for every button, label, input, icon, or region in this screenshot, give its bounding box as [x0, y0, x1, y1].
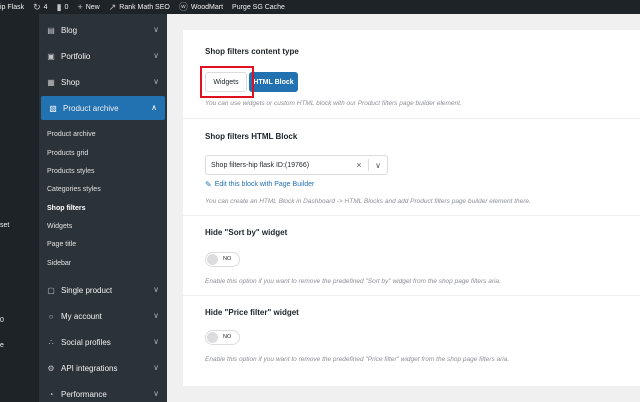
sidebar-item-label: My account [61, 311, 102, 321]
clear-icon[interactable]: × [354, 160, 364, 170]
sidebar-item-label: Single product [61, 285, 113, 295]
subitem-shop-filters[interactable]: Shop filters [47, 205, 86, 212]
user-icon: ○ [48, 311, 54, 321]
content-type-description: You can use widgets or custom HTML block… [205, 100, 462, 107]
theme-settings-sidebar: ▤ Blog ∨ ▣ Portfolio ∨ ▦ Shop ∨ ▧ Produc… [39, 14, 167, 402]
chevron-down-icon: ∨ [153, 363, 159, 372]
updates-link[interactable]: ↻ 4 [33, 1, 48, 12]
menu-fragment[interactable]: set [0, 222, 9, 229]
subitem-products-grid[interactable]: Products grid [47, 150, 88, 157]
toggle-knob [207, 254, 218, 265]
subitem-product-archive[interactable]: Product archive [47, 131, 96, 138]
rank-math-link[interactable]: ↗ Rank Math SEO [108, 1, 170, 12]
sidebar-item-label: Performance [61, 389, 107, 399]
comments-link[interactable]: ▮ 0 [56, 1, 69, 12]
hide-sort-toggle[interactable]: NO [205, 252, 240, 267]
subitem-widgets[interactable]: Widgets [47, 223, 72, 230]
subitem-products-styles[interactable]: Products styles [47, 168, 94, 175]
woodmart-label: WoodMart [190, 3, 224, 11]
site-name-link[interactable]: ip Flask [0, 4, 24, 11]
select-separator [368, 159, 369, 171]
menu-fragment[interactable]: 0 [0, 317, 4, 324]
rank-math-label: Rank Math SEO [119, 3, 170, 11]
comments-count: 0 [64, 3, 69, 11]
hide-price-title: Hide "Price filter" widget [205, 308, 299, 317]
divider [183, 215, 640, 216]
toggle-label: NO [223, 334, 232, 340]
sidebar-item-api-integrations[interactable]: ⚙ API integrations ∨ [39, 356, 167, 380]
sidebar-item-performance[interactable]: ◔ Performance ∨ [39, 382, 167, 402]
chevron-down-icon: ∨ [153, 285, 159, 294]
chevron-down-icon: ∨ [153, 77, 159, 86]
sidebar-item-blog[interactable]: ▤ Blog ∨ [39, 18, 167, 42]
chevron-down-icon: ∨ [153, 311, 159, 320]
html-block-selected-value: Shop filters-hip flask ID:(19766) [211, 161, 310, 169]
subitem-sidebar[interactable]: Sidebar [47, 260, 71, 267]
cart-icon: ▦ [47, 77, 55, 87]
api-icon: ⚙ [47, 363, 55, 373]
rank-math-icon: ↗ [108, 1, 117, 12]
hide-price-toggle[interactable]: NO [205, 330, 240, 345]
divider [183, 295, 640, 296]
updates-count: 4 [43, 3, 48, 11]
gauge-icon: ◔ [48, 389, 54, 399]
sidebar-item-label: Blog [61, 25, 78, 35]
hide-sort-title: Hide "Sort by" widget [205, 228, 288, 237]
sidebar-item-portfolio[interactable]: ▣ Portfolio ∨ [39, 44, 167, 68]
html-block-title: Shop filters HTML Block [205, 132, 298, 141]
settings-panel: Shop filters content type Widgets HTML B… [183, 30, 640, 386]
subitem-page-title[interactable]: Page title [47, 241, 76, 248]
html-block-description: You can create an HTML Block in Dashboar… [205, 198, 531, 205]
new-content-link[interactable]: + New [77, 1, 100, 12]
sidebar-item-product-archive[interactable]: ▧ Product archive ∧ [41, 96, 165, 120]
edit-block-label: Edit this block with Page Builder [214, 181, 315, 188]
html-block-option-button[interactable]: HTML Block [249, 72, 298, 92]
woodmart-icon: ⓦ [178, 1, 188, 12]
menu-fragment[interactable]: e [0, 342, 4, 349]
chevron-up-icon: ∧ [151, 103, 157, 112]
edit-icon: ✎ [205, 180, 212, 189]
chevron-down-icon[interactable]: ∨ [373, 161, 383, 170]
edit-block-link[interactable]: ✎ Edit this block with Page Builder [205, 180, 314, 189]
chevron-down-icon: ∨ [153, 51, 159, 60]
refresh-icon: ↻ [33, 1, 41, 12]
sidebar-item-social-profiles[interactable]: ∴ Social profiles ∨ [39, 330, 167, 354]
sidebar-item-shop[interactable]: ▦ Shop ∨ [39, 70, 167, 94]
sidebar-item-label: Shop [61, 77, 80, 87]
purge-cache-link[interactable]: Purge SG Cache [232, 4, 285, 11]
portfolio-icon: ▣ [47, 51, 55, 61]
highlight-box [200, 66, 254, 98]
comment-icon: ▮ [56, 1, 62, 12]
sidebar-item-my-account[interactable]: ○ My account ∨ [39, 304, 167, 328]
new-label: New [85, 3, 100, 11]
toggle-label: NO [223, 256, 232, 262]
toggle-knob [207, 332, 218, 343]
chevron-down-icon: ∨ [153, 337, 159, 346]
hide-sort-description: Enable this option if you want to remove… [205, 278, 501, 285]
sidebar-item-label: Product archive [63, 103, 119, 113]
sidebar-item-label: Portfolio [61, 51, 91, 61]
purge-label: Purge SG Cache [232, 3, 285, 11]
plus-icon: + [77, 1, 83, 12]
sidebar-item-label: Social profiles [61, 337, 111, 347]
share-icon: ∴ [48, 337, 54, 347]
chevron-down-icon: ∨ [153, 25, 159, 34]
chevron-down-icon: ∨ [153, 389, 159, 398]
woodmart-link[interactable]: ⓦ WoodMart [178, 1, 224, 12]
archive-icon: ▧ [49, 103, 57, 113]
divider [183, 118, 640, 119]
sidebar-item-single-product[interactable]: ▢ Single product ∨ [39, 278, 167, 302]
html-block-select[interactable]: Shop filters-hip flask ID:(19766) × ∨ [205, 155, 388, 175]
sidebar-item-label: API integrations [61, 363, 118, 373]
hide-price-description: Enable this option if you want to remove… [205, 356, 510, 363]
wp-admin-menu: set 0 e [0, 14, 39, 402]
blog-icon: ▤ [47, 25, 55, 35]
product-icon: ▢ [47, 285, 55, 295]
admin-bar: ip Flask ↻ 4 ▮ 0 + New ↗ Rank Math SEO ⓦ… [0, 0, 640, 14]
subitem-categories-styles[interactable]: Categories styles [47, 186, 101, 193]
content-type-title: Shop filters content type [205, 47, 299, 56]
